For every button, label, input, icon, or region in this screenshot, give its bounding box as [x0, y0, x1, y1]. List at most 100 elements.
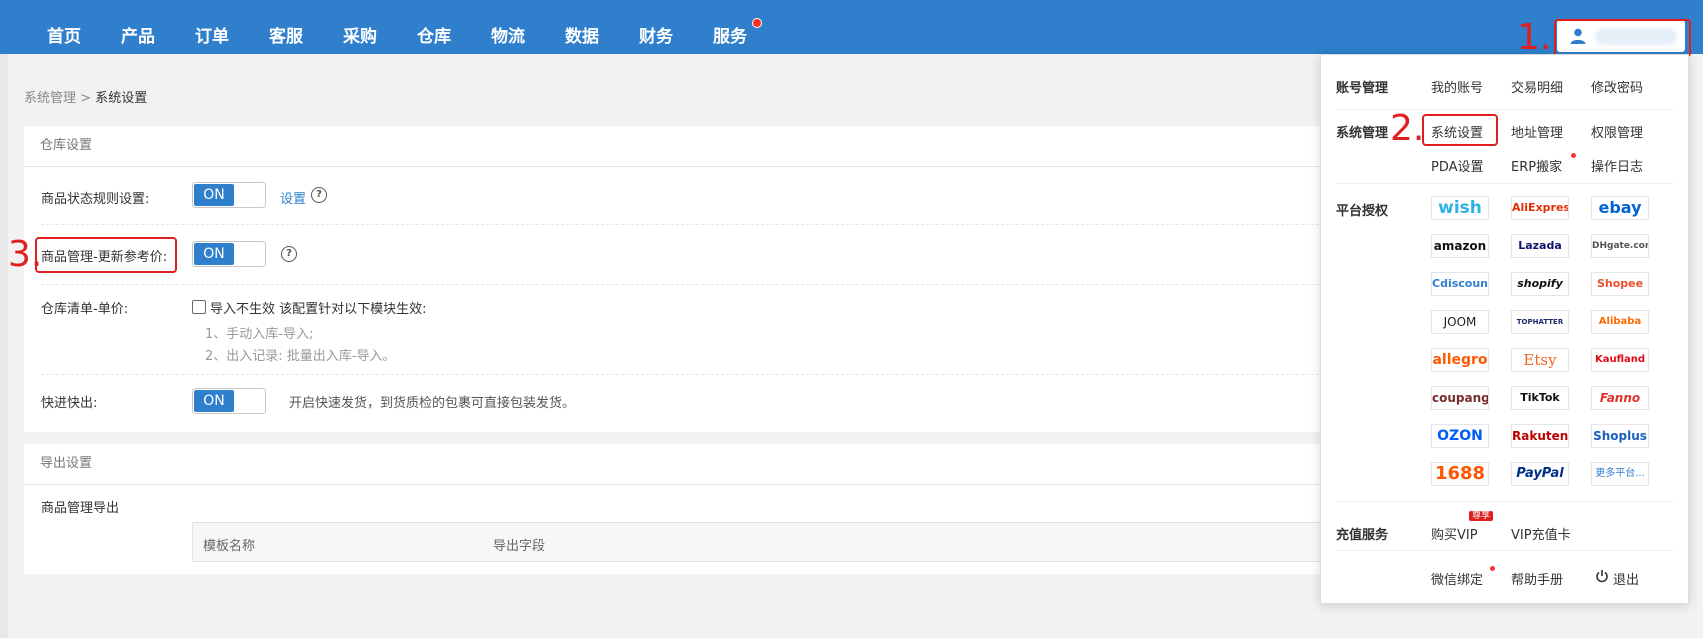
- cdiscount-logo[interactable]: Cdiscount: [1431, 272, 1489, 296]
- ozon-logo[interactable]: OZON: [1431, 424, 1489, 448]
- change-password-item[interactable]: 修改密码: [1591, 77, 1643, 96]
- shopify-logo[interactable]: shopify: [1511, 272, 1569, 296]
- ref-price-label: 商品管理-更新参考价:: [41, 250, 168, 265]
- joom-logo[interactable]: JOOM: [1431, 310, 1489, 334]
- wish-logo[interactable]: wish: [1431, 196, 1489, 220]
- logout-item[interactable]: 退出: [1613, 569, 1639, 588]
- breadcrumb-separator: >: [80, 91, 92, 106]
- nav-warehouse[interactable]: 仓库: [417, 22, 451, 47]
- platform-section-title: 平台授权: [1336, 204, 1389, 219]
- import-ineffective-text: 导入不生效 该配置针对以下模块生效:: [210, 302, 427, 317]
- warehouse-settings-title: 仓库设置: [24, 126, 1324, 167]
- kaufland-logo[interactable]: Kaufland: [1591, 348, 1649, 372]
- breadcrumb-parent[interactable]: 系统管理: [24, 91, 76, 106]
- notification-dot: [1571, 153, 1576, 158]
- dhgate-logo[interactable]: DHgate.com: [1591, 234, 1649, 258]
- erp-migration-item[interactable]: ERP搬家: [1511, 156, 1562, 175]
- aliexpress-logo[interactable]: AliExpress: [1511, 196, 1569, 220]
- ebay-logo[interactable]: ebay: [1591, 196, 1649, 220]
- left-sidebar-edge: [0, 54, 8, 638]
- notification-dot: [1490, 566, 1495, 571]
- nav-orders[interactable]: 订单: [195, 22, 229, 47]
- wechat-bind-item[interactable]: 微信绑定: [1431, 569, 1483, 588]
- nav-purchasing[interactable]: 采购: [343, 22, 377, 47]
- etsy-logo[interactable]: Etsy: [1511, 348, 1569, 372]
- shoplus-logo[interactable]: Shoplus: [1591, 424, 1649, 448]
- user-dropdown-menu: 账号管理 我的账号 交易明细 修改密码 系统管理 2. 系统设置 地址管理 权限…: [1320, 54, 1689, 604]
- annotation-step-1: 1.: [1517, 17, 1552, 58]
- nav-customer-service[interactable]: 客服: [269, 22, 303, 47]
- username-blurred: [1595, 28, 1677, 45]
- ref-price-toggle[interactable]: ON: [192, 241, 266, 267]
- status-rule-toggle[interactable]: ON: [192, 182, 266, 208]
- row-divider: [41, 284, 1324, 285]
- vip-card-item[interactable]: VIP充值卡: [1511, 524, 1571, 543]
- transaction-detail-item[interactable]: 交易明细: [1511, 77, 1563, 96]
- export-settings-title: 导出设置: [24, 444, 1324, 485]
- help-icon[interactable]: ?: [311, 187, 327, 203]
- row-divider: [41, 374, 1324, 375]
- warehouse-settings-panel: 仓库设置 商品状态规则设置: ON 设置 ? 商品管理-更新参考价: ON ? …: [24, 126, 1324, 432]
- 1688-logo[interactable]: 1688: [1431, 462, 1489, 486]
- toggle-on-label: ON: [194, 390, 234, 412]
- permission-management-item[interactable]: 权限管理: [1591, 122, 1643, 141]
- tophatter-logo[interactable]: TOPHATTER: [1511, 310, 1569, 334]
- nav-logistics[interactable]: 物流: [491, 22, 525, 47]
- more-platforms-link[interactable]: 更多平台...: [1591, 462, 1649, 486]
- annotation-step-3: 3.: [8, 234, 43, 275]
- breadcrumb-current: 系统设置: [95, 91, 148, 106]
- menu-divider: [1336, 550, 1673, 551]
- paypal-logo[interactable]: PayPal: [1511, 462, 1569, 486]
- fast-in-out-label: 快进快出:: [41, 396, 98, 411]
- list-price-label: 仓库清单-单价:: [41, 302, 129, 317]
- help-manual-item[interactable]: 帮助手册: [1511, 569, 1563, 588]
- export-settings-panel: 导出设置 商品管理导出 模板名称 导出字段: [24, 444, 1324, 574]
- system-section-title: 系统管理: [1336, 126, 1389, 141]
- my-account-item[interactable]: 我的账号: [1431, 77, 1483, 96]
- lazada-logo[interactable]: Lazada: [1511, 234, 1569, 258]
- premium-badge: 尊享: [1469, 511, 1494, 521]
- buy-vip-item[interactable]: 购买VIP: [1431, 524, 1478, 543]
- address-management-item[interactable]: 地址管理: [1511, 122, 1563, 141]
- power-icon[interactable]: [1595, 569, 1609, 583]
- column-template-name: 模板名称: [203, 539, 256, 554]
- alibaba-logo[interactable]: Alibaba: [1591, 310, 1649, 334]
- annotation-step-2: 2.: [1390, 108, 1425, 149]
- operation-log-item[interactable]: 操作日志: [1591, 156, 1643, 175]
- list-price-note-2: 2、出入记录: 批量出入库-导入。: [205, 349, 396, 364]
- column-export-fields: 导出字段: [493, 539, 546, 554]
- status-rule-label: 商品状态规则设置:: [41, 192, 150, 207]
- nav-products[interactable]: 产品: [121, 22, 155, 47]
- allegro-logo[interactable]: allegro: [1431, 348, 1489, 372]
- menu-divider: [1336, 109, 1673, 110]
- nav-finance[interactable]: 财务: [639, 22, 673, 47]
- user-menu-button[interactable]: [1557, 20, 1685, 52]
- system-settings-item[interactable]: 系统设置: [1431, 122, 1483, 141]
- fast-in-out-description: 开启快速发货，到货质检的包裹可直接包装发货。: [289, 396, 576, 411]
- status-rule-settings-link[interactable]: 设置: [280, 188, 306, 207]
- import-ineffective-checkbox[interactable]: [192, 300, 206, 314]
- rakuten-logo[interactable]: Rakuten: [1511, 424, 1569, 448]
- nav-home[interactable]: 首页: [47, 22, 81, 47]
- export-table-header: 模板名称 导出字段: [192, 522, 1324, 562]
- shopee-logo[interactable]: Shopee: [1591, 272, 1649, 296]
- help-icon[interactable]: ?: [281, 246, 297, 262]
- tiktok-logo[interactable]: TikTok: [1511, 386, 1569, 410]
- pda-settings-item[interactable]: PDA设置: [1431, 156, 1484, 175]
- top-nav: 首页 产品 订单 客服 采购 仓库 物流 数据 财务 服务 1.: [0, 0, 1703, 58]
- nav-data[interactable]: 数据: [565, 22, 599, 47]
- product-export-label: 商品管理导出: [41, 501, 120, 516]
- row-divider: [41, 224, 1324, 225]
- toggle-on-label: ON: [194, 184, 234, 206]
- coupang-logo[interactable]: coupang: [1431, 386, 1489, 410]
- user-icon: [1570, 28, 1586, 44]
- list-price-note-1: 1、手动入库-导入;: [205, 327, 314, 342]
- breadcrumb: 系统管理 > 系统设置: [24, 87, 147, 106]
- notification-dot: [752, 18, 762, 28]
- fanno-logo[interactable]: Fanno: [1591, 386, 1649, 410]
- nav-services[interactable]: 服务: [713, 22, 747, 47]
- menu-divider: [1336, 501, 1673, 502]
- amazon-logo[interactable]: amazon: [1431, 234, 1489, 258]
- recharge-section-title: 充值服务: [1336, 528, 1389, 543]
- fast-in-out-toggle[interactable]: ON: [192, 388, 266, 414]
